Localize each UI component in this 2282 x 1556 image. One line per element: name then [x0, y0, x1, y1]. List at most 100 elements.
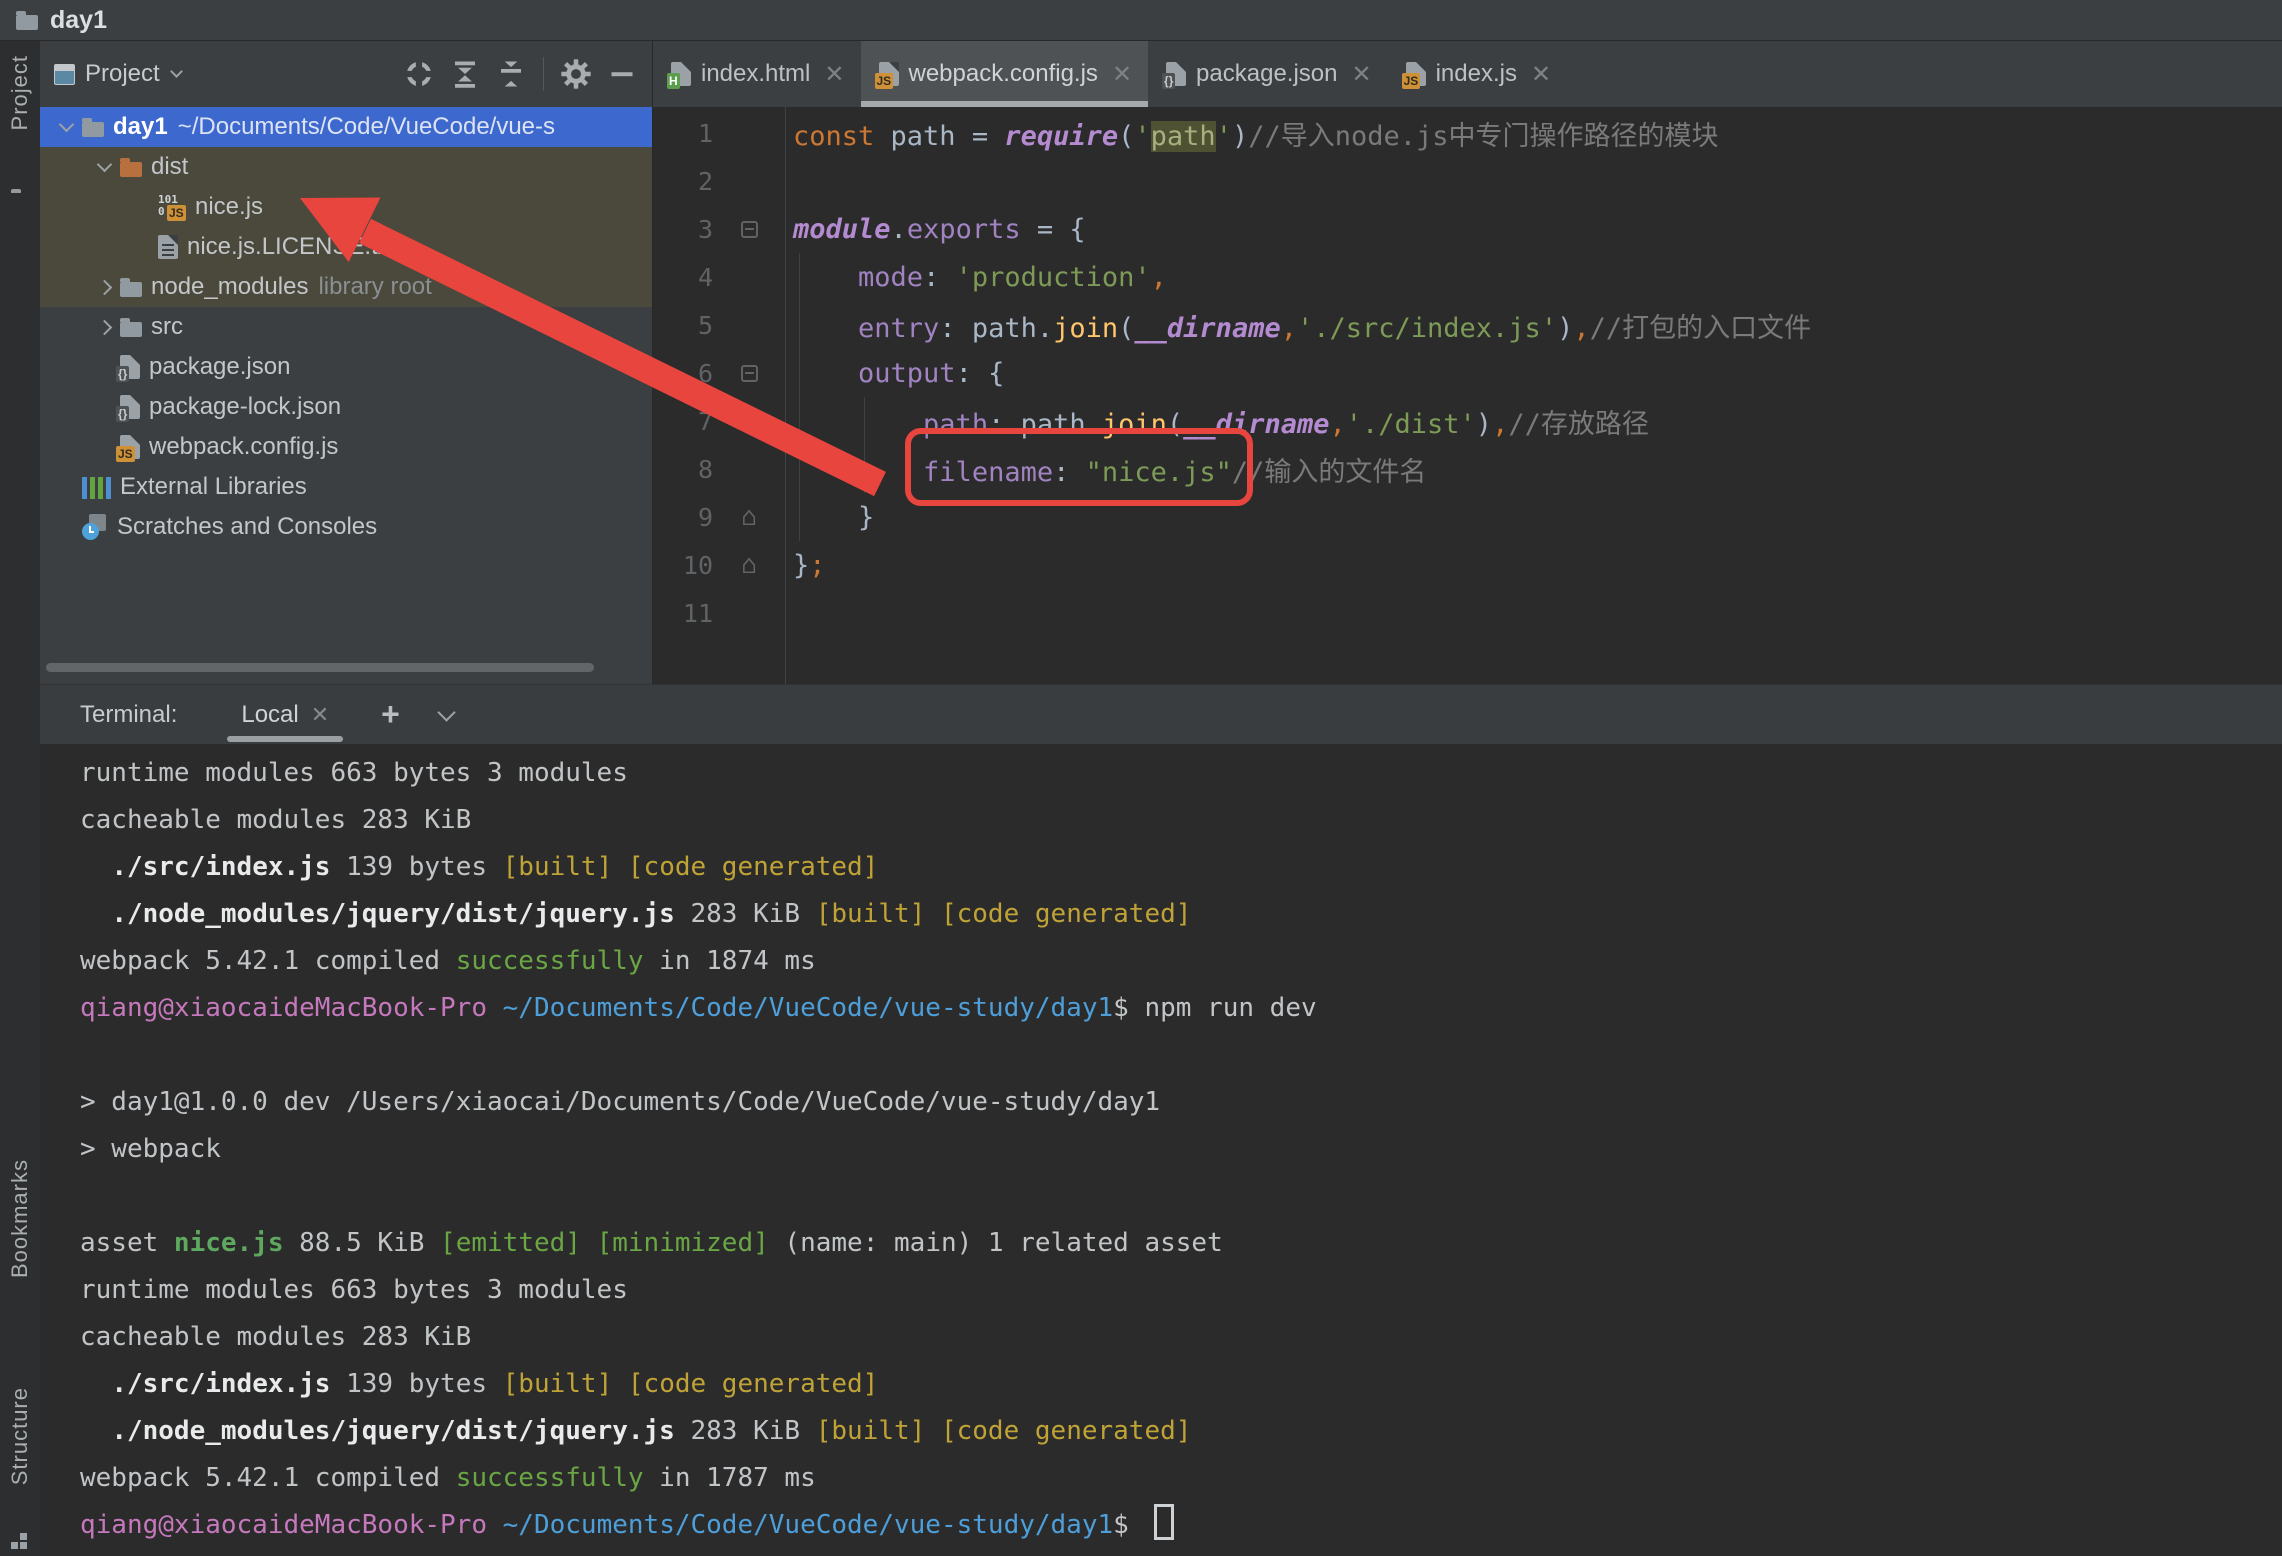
- fold-marker-icon[interactable]: ⌂: [713, 504, 785, 530]
- tree-item-external-libraries[interactable]: External Libraries: [40, 467, 652, 507]
- code-line-1: 1 const path = require('path')//导入node.js…: [653, 109, 2282, 157]
- fold-marker-icon[interactable]: [713, 221, 785, 238]
- line-number: 9: [653, 503, 713, 532]
- js-file-icon: JS: [1406, 62, 1426, 86]
- terminal-line: webpack 5.42.1 compiled successfully in …: [80, 1455, 2282, 1502]
- terminal-tab-local[interactable]: Local ✕: [231, 685, 339, 744]
- tab-close-icon[interactable]: ✕: [1531, 60, 1551, 89]
- tree-item-scratches-and-consoles[interactable]: Scratches and Consoles: [40, 507, 652, 547]
- tree-item-label: day1: [113, 113, 168, 141]
- folder-icon: [120, 282, 142, 297]
- line-number: 3: [653, 215, 713, 244]
- line-number: 5: [653, 311, 713, 340]
- terminal-options-chevron-icon[interactable]: [440, 706, 453, 724]
- expand-all-button[interactable]: [447, 56, 483, 92]
- hide-panel-button[interactable]: [604, 56, 640, 92]
- collapse-all-button[interactable]: [493, 56, 529, 92]
- code-text: output: {: [785, 358, 1004, 389]
- folder-icon: [120, 322, 142, 337]
- tree-item-nice-js-license-txt[interactable]: nice.js.LICENSE.txt: [40, 227, 652, 267]
- json-file-icon: {}: [120, 355, 140, 379]
- line-number: 10: [653, 551, 713, 580]
- tab-close-icon[interactable]: ✕: [824, 60, 844, 89]
- tree-item-label: Scratches and Consoles: [117, 513, 377, 541]
- terminal-label: Terminal:: [80, 701, 177, 729]
- project-panel: Project: [40, 41, 653, 684]
- code-text: filename: "nice.js"//输入的文件名: [785, 450, 1426, 489]
- terminal-cursor: [1154, 1504, 1174, 1540]
- tree-item-src[interactable]: src: [40, 307, 652, 347]
- code-text: const path = require('path')//导入node.js中…: [785, 114, 1719, 153]
- fold-marker-icon[interactable]: [713, 365, 785, 382]
- project-view-icon: [54, 64, 75, 85]
- terminal-toolbar: Terminal: Local ✕ +: [40, 684, 2282, 744]
- tab-close-icon[interactable]: ✕: [1351, 60, 1371, 89]
- code-text: path: path.join(__dirname,'./dist'),//存放…: [785, 402, 1649, 441]
- code-text: };: [785, 550, 826, 581]
- line-number: 6: [653, 359, 713, 388]
- tree-item-node-modules[interactable]: node_modules library root: [40, 267, 652, 307]
- locate-file-button[interactable]: [401, 56, 437, 92]
- project-view-dropdown-icon[interactable]: [170, 65, 183, 78]
- code-editor[interactable]: 1 const path = require('path')//导入node.js…: [653, 107, 2282, 684]
- fold-marker-icon[interactable]: ⌂: [713, 552, 785, 578]
- code-line-2: 2: [653, 157, 2282, 205]
- folder-orange-icon: [120, 162, 142, 177]
- line-number: 2: [653, 167, 713, 196]
- settings-gear-button[interactable]: [558, 56, 594, 92]
- tree-item-suffix: library root: [318, 273, 431, 301]
- terminal-line: runtime modules 663 bytes 3 modules: [80, 1267, 2282, 1314]
- code-line-11: 11: [653, 589, 2282, 637]
- project-view-title[interactable]: Project: [85, 60, 160, 88]
- tree-item-label: nice.js.LICENSE.txt: [187, 233, 396, 261]
- editor-pane: Hindex.html✕JSwebpack.config.js✕ {} packag…: [653, 41, 2282, 684]
- code-line-6: 6 output: {: [653, 349, 2282, 397]
- tree-item-label: node_modules: [151, 273, 308, 301]
- tab-close-icon[interactable]: ✕: [1112, 60, 1132, 89]
- editor-tab-webpack-config-js[interactable]: JSwebpack.config.js✕: [861, 41, 1149, 107]
- terminal-tab-close-icon[interactable]: ✕: [311, 702, 329, 728]
- terminal-line: ./src/index.js 139 bytes [built] [code g…: [80, 1361, 2282, 1408]
- tool-button-bookmarks[interactable]: Bookmarks: [7, 1159, 33, 1278]
- editor-tab-index-js[interactable]: JSindex.js✕: [1388, 41, 1567, 107]
- editor-tab-package-json[interactable]: {} package.json ✕: [1148, 41, 1388, 107]
- tool-button-project[interactable]: Project: [7, 55, 33, 130]
- code-text: mode: 'production',: [785, 262, 1167, 293]
- tab-label: package.json: [1196, 60, 1337, 88]
- tree-item-label: src: [151, 313, 183, 341]
- tree-item-dist[interactable]: dist: [40, 147, 652, 187]
- line-number: 11: [653, 599, 713, 628]
- line-number: 8: [653, 455, 713, 484]
- project-horizontal-scrollbar[interactable]: [46, 663, 594, 672]
- editor-tab-index-html[interactable]: Hindex.html✕: [653, 41, 861, 107]
- tree-item-label: External Libraries: [120, 473, 307, 501]
- line-number: 4: [653, 263, 713, 292]
- line-number: 1: [653, 119, 713, 148]
- project-panel-header: Project: [40, 41, 652, 107]
- tree-chevron-icon[interactable]: [88, 322, 120, 333]
- terminal-line: ./node_modules/jquery/dist/jquery.js 283…: [80, 1408, 2282, 1455]
- tree-chevron-icon[interactable]: [88, 164, 120, 170]
- tree-item-suffix: ~/Documents/Code/VueCode/vue-s: [178, 113, 555, 141]
- tree-item-day1[interactable]: day1 ~/Documents/Code/VueCode/vue-s: [40, 107, 652, 147]
- tree-item-webpack-config-js[interactable]: JSwebpack.config.js: [40, 427, 652, 467]
- code-line-4: 4 mode: 'production',: [653, 253, 2282, 301]
- tree-item-nice-js[interactable]: 1010JSnice.js: [40, 187, 652, 227]
- code-line-8: 8 filename: "nice.js"//输入的文件名: [653, 445, 2282, 493]
- indent-guide: [864, 397, 865, 493]
- new-terminal-button[interactable]: +: [381, 696, 400, 733]
- folder-icon: [82, 122, 104, 137]
- tool-button-structure[interactable]: Structure: [7, 1387, 33, 1485]
- project-tree: day1 ~/Documents/Code/VueCode/vue-s dist 10…: [40, 107, 652, 684]
- tree-item-package-json[interactable]: {}package.json: [40, 347, 652, 387]
- tree-chevron-icon[interactable]: [88, 282, 120, 293]
- tree-item-label: package-lock.json: [149, 393, 341, 421]
- json-file-icon: {}: [1166, 62, 1186, 86]
- js-min-icon: 1010JS: [158, 194, 186, 220]
- tree-chevron-icon[interactable]: [50, 124, 82, 130]
- terminal-output[interactable]: runtime modules 663 bytes 3 modulescache…: [40, 744, 2282, 1556]
- tree-item-package-lock-json[interactable]: {}package-lock.json: [40, 387, 652, 427]
- code-line-10: 10⌂};: [653, 541, 2282, 589]
- gutter-separator: [785, 107, 786, 684]
- tree-item-label: dist: [151, 153, 188, 181]
